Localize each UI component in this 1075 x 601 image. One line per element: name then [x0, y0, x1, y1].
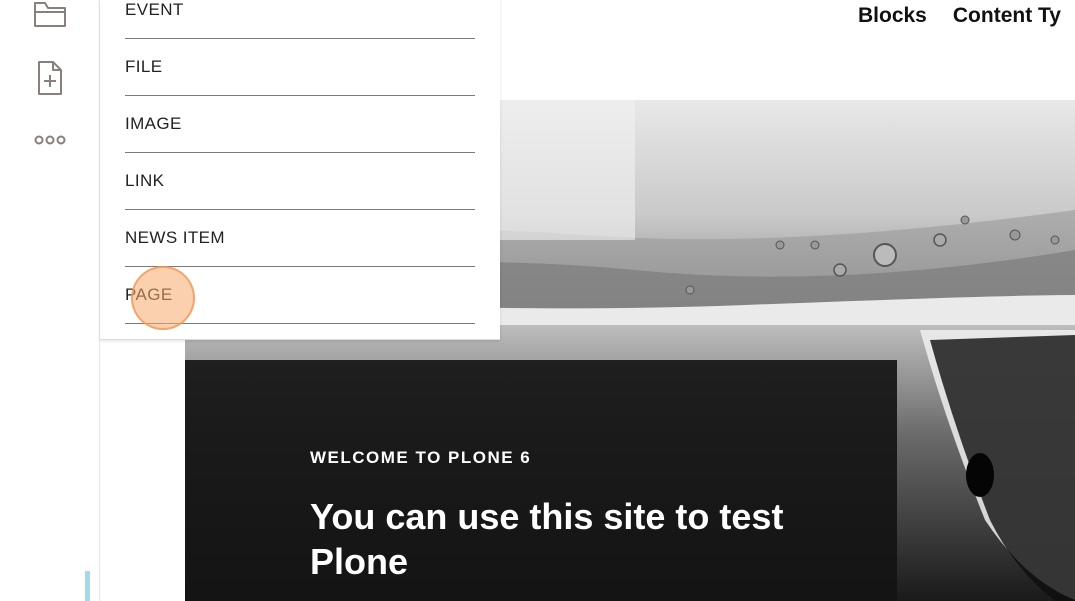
content-type-list: EVENT FILE IMAGE LINK NEWS ITEM PAGE [125, 0, 475, 324]
menu-item-label: LINK [125, 171, 165, 190]
hero-text-card: WELCOME TO PLONE 6 You can use this site… [185, 360, 897, 601]
nav-link-content-types[interactable]: Content Ty [953, 0, 1061, 32]
hero-title: You can use this site to test Plone [310, 496, 784, 582]
top-navigation: Blocks Content Ty [858, 0, 1061, 32]
menu-item-label: IMAGE [125, 114, 182, 133]
more-button[interactable] [28, 118, 72, 162]
add-document-icon [38, 61, 62, 95]
more-icon [34, 135, 66, 145]
folder-button[interactable] [28, 0, 72, 36]
folder-icon [34, 2, 66, 27]
menu-item-label: NEWS ITEM [125, 228, 225, 247]
left-toolbar [0, 0, 100, 601]
hero-kicker: WELCOME TO PLONE 6 [310, 448, 532, 467]
page: WELCOME TO PLONE 6 You can use this site… [0, 0, 1075, 601]
menu-item-news-item[interactable]: NEWS ITEM [125, 210, 475, 267]
menu-item-image[interactable]: IMAGE [125, 96, 475, 153]
menu-item-page[interactable]: PAGE [125, 267, 475, 324]
add-content-menu: EVENT FILE IMAGE LINK NEWS ITEM PAGE [100, 0, 500, 340]
menu-item-label: EVENT [125, 0, 184, 19]
nav-link-blocks[interactable]: Blocks [858, 0, 927, 32]
menu-item-label: PAGE [125, 285, 173, 304]
toolbar-scroll-indicator [85, 571, 90, 601]
menu-item-link[interactable]: LINK [125, 153, 475, 210]
add-content-button[interactable] [28, 56, 72, 100]
menu-item-file[interactable]: FILE [125, 39, 475, 96]
menu-item-event[interactable]: EVENT [125, 0, 475, 39]
menu-item-label: FILE [125, 57, 163, 76]
